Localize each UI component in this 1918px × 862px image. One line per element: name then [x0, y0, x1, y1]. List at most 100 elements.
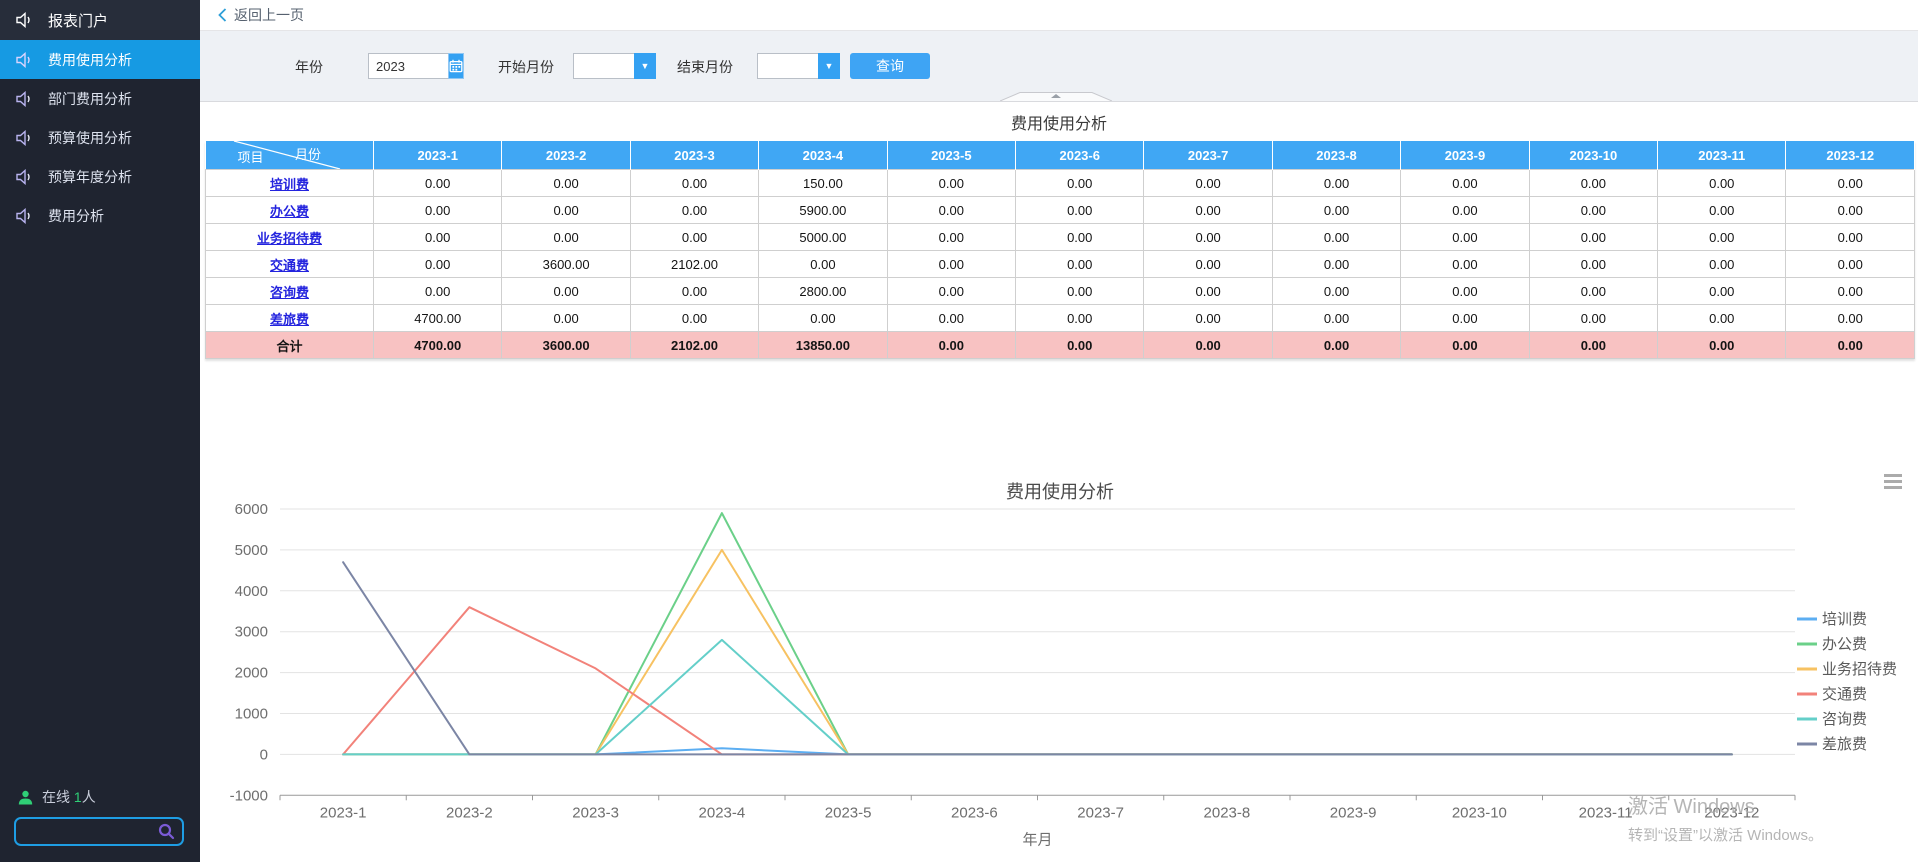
- sidebar-item-budget-usage[interactable]: 预算使用分析: [0, 118, 200, 157]
- sidebar-item-budget-year[interactable]: 预算年度分析: [0, 157, 200, 196]
- value-cell: 0.00: [887, 197, 1015, 224]
- x-axis-tick-label: 2023-10: [1452, 804, 1507, 821]
- legend-item-3[interactable]: 交通费: [1797, 685, 1867, 703]
- sidebar-item-dept-expense[interactable]: 部门费用分析: [0, 79, 200, 118]
- value-cell: 5000.00: [759, 224, 887, 251]
- table-row: 业务招待费0.000.000.005000.000.000.000.000.00…: [206, 224, 1915, 251]
- legend-item-2[interactable]: 业务招待费: [1797, 661, 1897, 678]
- legend-item-4[interactable]: 咨询费: [1797, 711, 1867, 728]
- collapse-panel-handle[interactable]: [1000, 92, 1112, 101]
- end-month-select[interactable]: ▼: [757, 53, 840, 79]
- year-input[interactable]: [368, 53, 448, 79]
- end-month-label: 结束月份: [677, 57, 733, 77]
- value-cell: 0.00: [1529, 251, 1657, 278]
- value-cell: 0.00: [1786, 278, 1915, 305]
- expense-item-link[interactable]: 咨询费: [270, 285, 309, 300]
- value-cell: 0.00: [1016, 305, 1144, 332]
- value-cell: 0.00: [1401, 278, 1529, 305]
- value-cell: 0.00: [1529, 197, 1657, 224]
- speaker-icon: [16, 12, 35, 28]
- calendar-button[interactable]: [448, 53, 464, 79]
- value-cell: 0.00: [1658, 278, 1786, 305]
- chevron-down-icon[interactable]: ▼: [818, 53, 840, 79]
- x-axis-tick-label: 2023-9: [1330, 804, 1377, 821]
- sidebar-item-expense-usage[interactable]: 费用使用分析: [0, 40, 200, 79]
- corner-label-item: 项目: [238, 147, 264, 166]
- column-header: 2023-1: [374, 141, 502, 170]
- end-month-value[interactable]: [757, 53, 818, 79]
- value-cell: 0.00: [630, 278, 758, 305]
- sidebar-item-label: 费用使用分析: [48, 50, 132, 70]
- value-cell: 0.00: [1272, 197, 1400, 224]
- start-month-select[interactable]: ▼: [573, 53, 656, 79]
- sidebar-item-label: 费用分析: [48, 206, 104, 226]
- column-header: 2023-6: [1016, 141, 1144, 170]
- legend-label: 交通费: [1822, 685, 1867, 703]
- value-cell: 0.00: [1144, 170, 1272, 197]
- table-row: 办公费0.000.000.005900.000.000.000.000.000.…: [206, 197, 1915, 224]
- column-header: 2023-7: [1144, 141, 1272, 170]
- start-month-value[interactable]: [573, 53, 634, 79]
- value-cell: 0.00: [1786, 170, 1915, 197]
- table-row: 培训费0.000.000.00150.000.000.000.000.000.0…: [206, 170, 1915, 197]
- expense-item-link[interactable]: 培训费: [270, 177, 309, 192]
- corner-label-month: 月份: [295, 144, 321, 163]
- value-cell: 0.00: [630, 197, 758, 224]
- row-label-cell: 培训费: [206, 170, 374, 197]
- back-button[interactable]: 返回上一页: [218, 5, 304, 25]
- value-cell: 0.00: [1786, 305, 1915, 332]
- y-axis-tick-label: 1000: [235, 706, 268, 723]
- column-header: 2023-9: [1401, 141, 1529, 170]
- x-axis-tick-label: 2023-6: [951, 804, 998, 821]
- year-label: 年份: [295, 57, 323, 77]
- value-cell: 0.00: [1016, 197, 1144, 224]
- legend-item-0[interactable]: 培训费: [1797, 611, 1867, 628]
- value-cell: 0.00: [887, 224, 1015, 251]
- legend-item-5[interactable]: 差旅费: [1797, 736, 1867, 753]
- online-count: 1: [74, 789, 82, 805]
- diagonal-divider: [206, 141, 374, 169]
- value-cell: 0.00: [374, 278, 502, 305]
- sidebar-item-expense-analysis[interactable]: 费用分析: [0, 196, 200, 235]
- sidebar-item-label: 报表门户: [48, 10, 108, 31]
- search-icon[interactable]: [158, 823, 175, 840]
- legend-item-1[interactable]: 办公费: [1797, 636, 1867, 653]
- expense-item-link[interactable]: 办公费: [270, 204, 309, 219]
- year-field-group: [368, 53, 464, 79]
- value-cell: 0.00: [1658, 251, 1786, 278]
- row-label-cell: 差旅费: [206, 305, 374, 332]
- chevron-left-icon: [218, 8, 227, 22]
- row-label-cell: 合计: [206, 332, 374, 359]
- sidebar-item-label: 预算年度分析: [48, 167, 132, 187]
- sidebar-item-portal[interactable]: 报表门户: [0, 0, 200, 40]
- expense-item-link[interactable]: 业务招待费: [257, 231, 322, 246]
- y-axis-tick-label: 5000: [235, 542, 268, 559]
- value-cell: 0.00: [1016, 170, 1144, 197]
- query-button[interactable]: 查询: [850, 53, 930, 79]
- expense-item-link[interactable]: 交通费: [270, 258, 309, 273]
- value-cell: 4700.00: [374, 332, 502, 359]
- value-cell: 0.00: [374, 251, 502, 278]
- value-cell: 4700.00: [374, 305, 502, 332]
- expense-item-link[interactable]: 差旅费: [270, 312, 309, 327]
- y-axis-tick-label: 2000: [235, 665, 268, 682]
- value-cell: 0.00: [1016, 224, 1144, 251]
- value-cell: 3600.00: [502, 251, 630, 278]
- sidebar-search-input[interactable]: [14, 817, 184, 846]
- value-cell: 0.00: [1658, 224, 1786, 251]
- value-cell: 0.00: [1529, 278, 1657, 305]
- chevron-down-icon[interactable]: ▼: [634, 53, 656, 79]
- value-cell: 0.00: [759, 251, 887, 278]
- column-header: 2023-4: [759, 141, 887, 170]
- topbar: 返回上一页: [200, 0, 1918, 31]
- sidebar-item-label: 部门费用分析: [48, 89, 132, 109]
- value-cell: 0.00: [887, 278, 1015, 305]
- value-cell: 150.00: [759, 170, 887, 197]
- value-cell: 0.00: [1786, 197, 1915, 224]
- value-cell: 0.00: [1144, 224, 1272, 251]
- table-body: 培训费0.000.000.00150.000.000.000.000.000.0…: [206, 170, 1915, 359]
- value-cell: 0.00: [1786, 251, 1915, 278]
- x-axis-tick-label: 2023-12: [1704, 804, 1759, 821]
- column-header: 2023-8: [1272, 141, 1400, 170]
- back-label: 返回上一页: [234, 5, 304, 25]
